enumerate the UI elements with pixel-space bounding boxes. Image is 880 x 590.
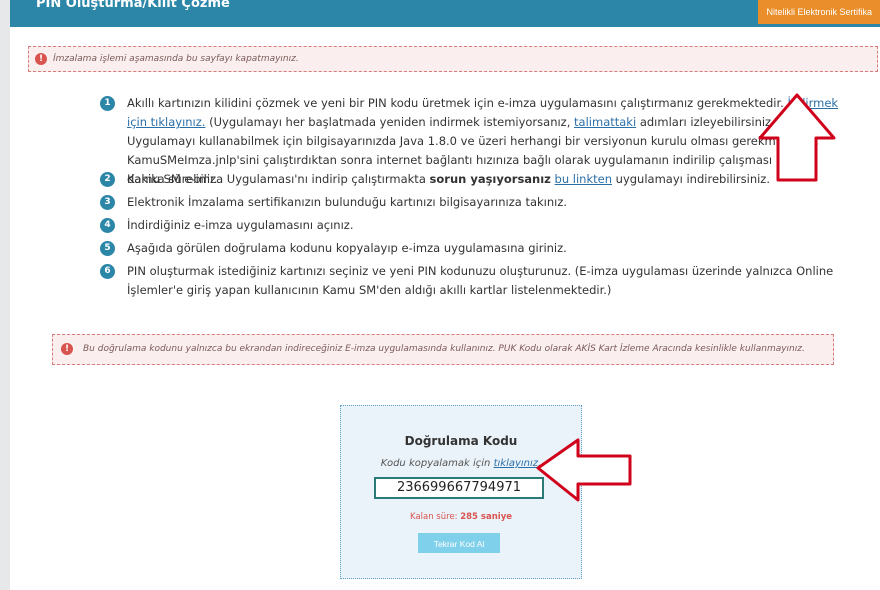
step-number-badge: 5 bbox=[100, 241, 115, 256]
remaining-seconds: 285 bbox=[460, 512, 478, 522]
verification-code-field[interactable]: 236699667794971 bbox=[374, 477, 544, 499]
regenerate-code-button[interactable]: Tekrar Kod Al bbox=[418, 533, 500, 553]
page-header: PIN Oluşturma/Kilit Çözme Nitelikli Elek… bbox=[10, 0, 880, 27]
step-number-badge: 2 bbox=[100, 172, 115, 187]
step-3-text: Elektronik İmzalama sertifikanızın bulun… bbox=[127, 195, 568, 209]
warning-text: Bu doğrulama kodunu yalnızca bu ekrandan… bbox=[83, 344, 805, 354]
warning-banner-code: ! Bu doğrulama kodunu yalnızca bu ekranda… bbox=[52, 334, 834, 365]
arrow-up-annotation-icon bbox=[758, 93, 836, 182]
alternate-download-link[interactable]: bu linkten bbox=[555, 172, 612, 186]
step-number-badge: 3 bbox=[100, 195, 115, 210]
step-2-text: Kamu SM e-imza Uygulaması'nı indirip çal… bbox=[127, 172, 770, 186]
warning-icon: ! bbox=[61, 342, 73, 355]
step-6-text: PIN oluşturmak istediğiniz kartınızı seç… bbox=[127, 264, 834, 297]
warning-text: İmzalama işlemi aşamasında bu sayfayı ka… bbox=[53, 54, 299, 64]
qualified-certificate-button[interactable]: Nitelikli Elektronik Sertifika bbox=[758, 0, 880, 24]
left-rail bbox=[0, 0, 10, 590]
remaining-time: Kalan süre: 285 saniye bbox=[410, 512, 512, 522]
instructions-link[interactable]: talimattaki bbox=[574, 115, 636, 129]
warning-icon: ! bbox=[35, 52, 47, 65]
warning-banner-top: ! İmzalama işlemi aşamasında bu sayfayı k… bbox=[28, 46, 878, 72]
arrow-left-annotation-icon bbox=[536, 438, 632, 502]
step-number-badge: 1 bbox=[100, 96, 115, 111]
page-title: PIN Oluşturma/Kilit Çözme bbox=[36, 0, 230, 11]
step-number-badge: 6 bbox=[100, 264, 115, 279]
step-4-text: İndirdiğiniz e-imza uygulamasını açınız. bbox=[127, 218, 354, 232]
step-number-badge: 4 bbox=[100, 218, 115, 233]
step-5-text: Aşağıda görülen doğrulama kodunu kopyala… bbox=[127, 241, 567, 255]
